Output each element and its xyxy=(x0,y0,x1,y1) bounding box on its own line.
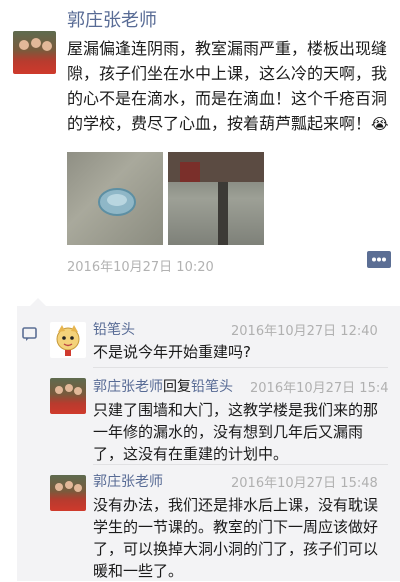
comment-2-reply-to[interactable]: 铅笔头 xyxy=(191,379,233,395)
commenter-avatar-teacher-2[interactable] xyxy=(50,475,86,511)
post-photo-1[interactable] xyxy=(67,152,163,245)
poster-avatar[interactable] xyxy=(13,31,56,74)
poster-name[interactable]: 郭庄张老师 xyxy=(67,6,157,32)
basin-illustration xyxy=(98,188,136,216)
comment-divider-2 xyxy=(93,464,388,465)
comment-section-pointer xyxy=(30,298,46,306)
comment-3-text: 没有办法，我们还是排水后上课，没有耽误学生的一节课的。教室的门下一周应该做好了，… xyxy=(93,496,379,580)
cartoon-avatar-icon xyxy=(56,325,80,356)
comment-3-author[interactable]: 郭庄张老师 xyxy=(93,471,163,491)
comment-1-timestamp: 2016年10月27日 12:40 xyxy=(231,324,378,339)
comment-2-header: 郭庄张老师回复铅笔头 xyxy=(93,376,233,396)
post-text: 屋漏偏逢连阴雨，教室漏雨严重，楼板出现缝隙，孩子们坐在水中上课，这么冷的天啊，我… xyxy=(67,36,389,137)
classroom-illustration xyxy=(168,152,264,245)
comment-1-text: 不是说今年开始重建吗? xyxy=(93,343,251,361)
comment-2-text: 只建了围墙和大门，这教学楼是我们来的那一年修的漏水的，没有想到几年后又漏雨了，这… xyxy=(93,401,379,463)
more-dots-icon xyxy=(372,257,386,262)
comment-2-reply-word: 回复 xyxy=(163,379,191,395)
post-text-body: 屋漏偏逢连阴雨，教室漏雨严重，楼板出现缝隙，孩子们坐在水中上课，这么冷的天啊，我… xyxy=(67,39,388,133)
comment-2-author[interactable]: 郭庄张老师 xyxy=(93,379,163,395)
crying-emoji-icon: 😭 xyxy=(371,115,389,133)
commenter-avatar-pencil[interactable] xyxy=(50,322,86,358)
comment-2-timestamp: 2016年10月27日 15:4 xyxy=(250,381,389,396)
post-photo-2[interactable] xyxy=(168,152,264,245)
comment-icon xyxy=(22,326,38,342)
post-timestamp: 2016年10月27日 10:20 xyxy=(67,260,214,275)
comment-1-author[interactable]: 铅笔头 xyxy=(93,319,135,339)
comment-3-timestamp: 2016年10月27日 15:48 xyxy=(231,476,378,491)
more-button[interactable] xyxy=(367,251,391,268)
commenter-avatar-teacher-1[interactable] xyxy=(50,378,86,414)
comment-divider-1 xyxy=(93,367,388,368)
